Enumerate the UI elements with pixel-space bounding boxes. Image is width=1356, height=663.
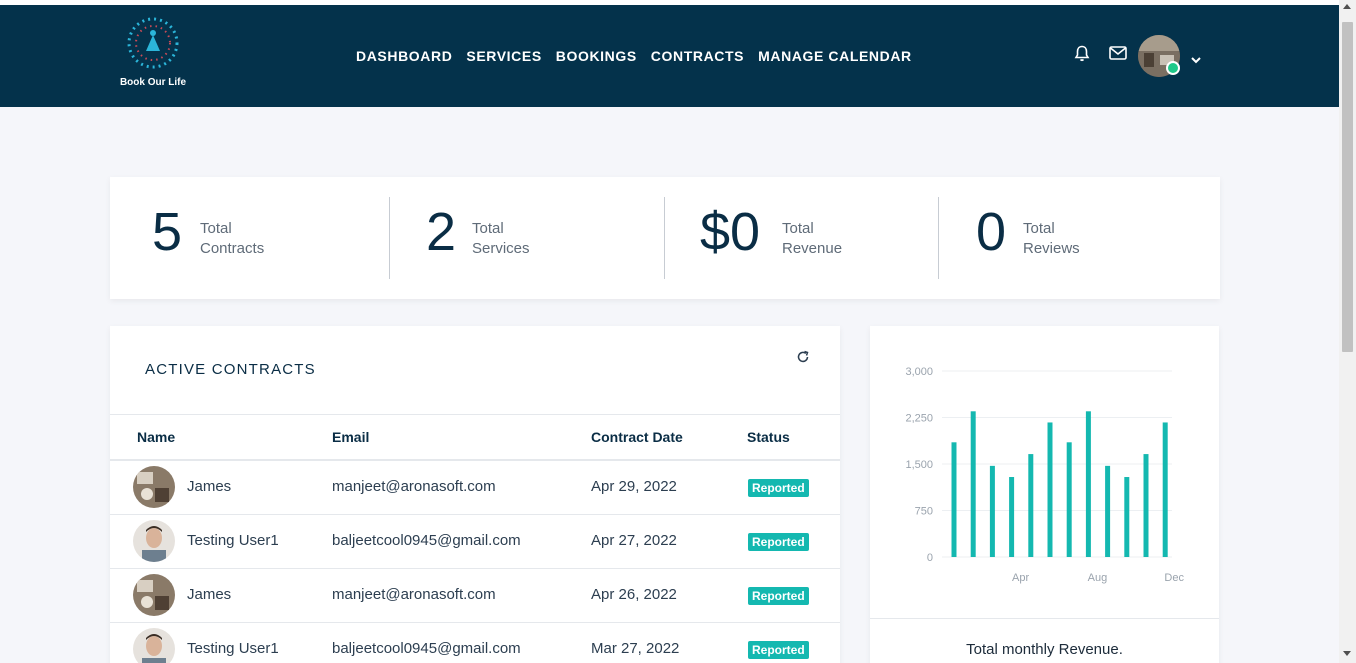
nav-manage-calendar[interactable]: MANAGE CALENDAR (758, 48, 912, 64)
table-row[interactable]: James manjeet@aronasoft.com Apr 26, 2022… (110, 568, 840, 623)
divider (664, 197, 665, 279)
mail-icon[interactable] (1108, 43, 1128, 63)
chart-bar-oct[interactable] (1124, 477, 1130, 557)
stat-label-line2: Revenue (782, 240, 843, 257)
brand-logo[interactable]: Book Our Life (110, 15, 198, 95)
stat-value: $0 (700, 202, 761, 262)
table-header: Name Email Contract Date Status (110, 414, 840, 461)
logo-mark-icon (127, 17, 179, 69)
nav-services[interactable]: SERVICES (466, 48, 541, 64)
stat-value: 0 (976, 202, 1007, 262)
x-tick-label: Apr (1012, 572, 1029, 584)
revenue-chart-card: 0 750 1,500 2,250 3,000 Apr Aug Dec Total month… (870, 326, 1219, 663)
cell-name: James (187, 478, 232, 495)
divider (389, 197, 390, 279)
chart-bar-mar[interactable] (989, 465, 995, 557)
cell-date: Mar 27, 2022 (591, 640, 680, 657)
stat-label: Total Contracts (200, 219, 264, 259)
nav-dashboard[interactable]: DASHBOARD (356, 48, 452, 64)
online-status-dot (1166, 61, 1180, 75)
cell-name: James (187, 586, 232, 603)
cell-date: Apr 29, 2022 (591, 478, 677, 495)
header-actions (1072, 43, 1144, 63)
stat-label: Total Revenue (782, 219, 842, 259)
active-contracts-card: ACTIVE CONTRACTS Name Email Contract Dat… (110, 326, 840, 663)
stat-value: 2 (426, 202, 457, 262)
stat-label-line1: Total (1023, 220, 1055, 237)
stat-label-line2: Contracts (200, 240, 265, 257)
status-badge: Reported (748, 587, 809, 605)
table-row[interactable]: Testing User1 baljeetcool0945@gmail.com … (110, 622, 840, 663)
cell-email: manjeet@aronasoft.com (332, 586, 496, 603)
column-header-email[interactable]: Email (332, 429, 369, 445)
chart-bar-jul[interactable] (1066, 442, 1072, 557)
x-tick-label: Dec (1164, 572, 1184, 584)
chart-bar-dec[interactable] (1162, 422, 1168, 557)
stat-label-line2: Reviews (1023, 240, 1080, 257)
stat-value: 5 (152, 202, 183, 262)
status-badge: Reported (748, 641, 809, 659)
chart-bar-may[interactable] (1028, 454, 1034, 557)
nav-contracts[interactable]: CONTRACTS (651, 48, 744, 64)
table-row[interactable]: James manjeet@aronasoft.com Apr 29, 2022… (110, 460, 840, 515)
y-tick-label: 1,500 (905, 459, 933, 471)
column-header-status[interactable]: Status (747, 429, 790, 445)
nav-bookings[interactable]: BOOKINGS (556, 48, 637, 64)
cell-date: Apr 26, 2022 (591, 586, 677, 603)
top-navbar: Book Our Life DASHBOARD SERVICES BOOKING… (0, 5, 1339, 107)
chart-bar-jun[interactable] (1047, 422, 1053, 557)
cell-email: baljeetcool0945@gmail.com (332, 532, 521, 549)
avatar (133, 574, 175, 616)
y-tick-label: 0 (927, 552, 933, 564)
table-row[interactable]: Testing User1 baljeetcool0945@gmail.com … (110, 514, 840, 569)
column-header-name[interactable]: Name (137, 429, 175, 445)
main-nav: DASHBOARD SERVICES BOOKINGS CONTRACTS MA… (356, 48, 926, 64)
chart-bar-aug[interactable] (1085, 411, 1091, 557)
chart-footer: Total monthly Revenue. (870, 618, 1219, 663)
stat-label-line1: Total (782, 220, 814, 237)
divider (938, 197, 939, 279)
page-scrollbar[interactable] (1339, 0, 1356, 663)
chart-caption: Total monthly Revenue. (966, 641, 1123, 658)
scroll-up-arrow-icon[interactable] (1343, 4, 1351, 9)
status-badge: Reported (748, 479, 809, 497)
y-tick-label: 750 (915, 506, 933, 518)
chart-bar-nov[interactable] (1143, 454, 1149, 557)
stat-label: Total Reviews (1023, 219, 1080, 259)
chart-bar-feb[interactable] (970, 411, 976, 557)
cell-email: manjeet@aronasoft.com (332, 478, 496, 495)
chart-bar-jan[interactable] (951, 442, 957, 557)
stat-label: Total Services (472, 219, 530, 259)
scrollbar-thumb[interactable] (1342, 22, 1353, 352)
avatar (133, 628, 175, 663)
y-tick-label: 3,000 (905, 366, 933, 378)
y-tick-label: 2,250 (905, 413, 933, 425)
refresh-icon[interactable] (796, 350, 810, 369)
cell-date: Apr 27, 2022 (591, 532, 677, 549)
chart-bar-apr[interactable] (1009, 477, 1015, 557)
chevron-down-icon[interactable] (1190, 51, 1202, 69)
bell-icon[interactable] (1072, 43, 1092, 63)
status-badge: Reported (748, 533, 809, 551)
card-title: ACTIVE CONTRACTS (145, 361, 316, 378)
avatar (133, 520, 175, 562)
column-header-contract-date[interactable]: Contract Date (591, 429, 683, 445)
stat-label-line1: Total (200, 220, 232, 237)
page: Book Our Life DASHBOARD SERVICES BOOKING… (0, 5, 1339, 663)
cell-name: Testing User1 (187, 532, 279, 549)
revenue-bar-chart: 0 750 1,500 2,250 3,000 Apr Aug Dec (905, 366, 1184, 584)
avatar (133, 466, 175, 508)
cell-name: Testing User1 (187, 640, 279, 657)
stat-label-line2: Services (472, 240, 530, 257)
stats-panel: 5 Total Contracts 2 Total Services $0 To… (110, 177, 1220, 299)
brand-name: Book Our Life (119, 77, 187, 88)
x-tick-label: Aug (1088, 572, 1108, 584)
cell-email: baljeetcool0945@gmail.com (332, 640, 521, 657)
scroll-down-arrow-icon[interactable] (1343, 651, 1351, 656)
chart-bar-sep[interactable] (1105, 465, 1111, 557)
stat-label-line1: Total (472, 220, 504, 237)
